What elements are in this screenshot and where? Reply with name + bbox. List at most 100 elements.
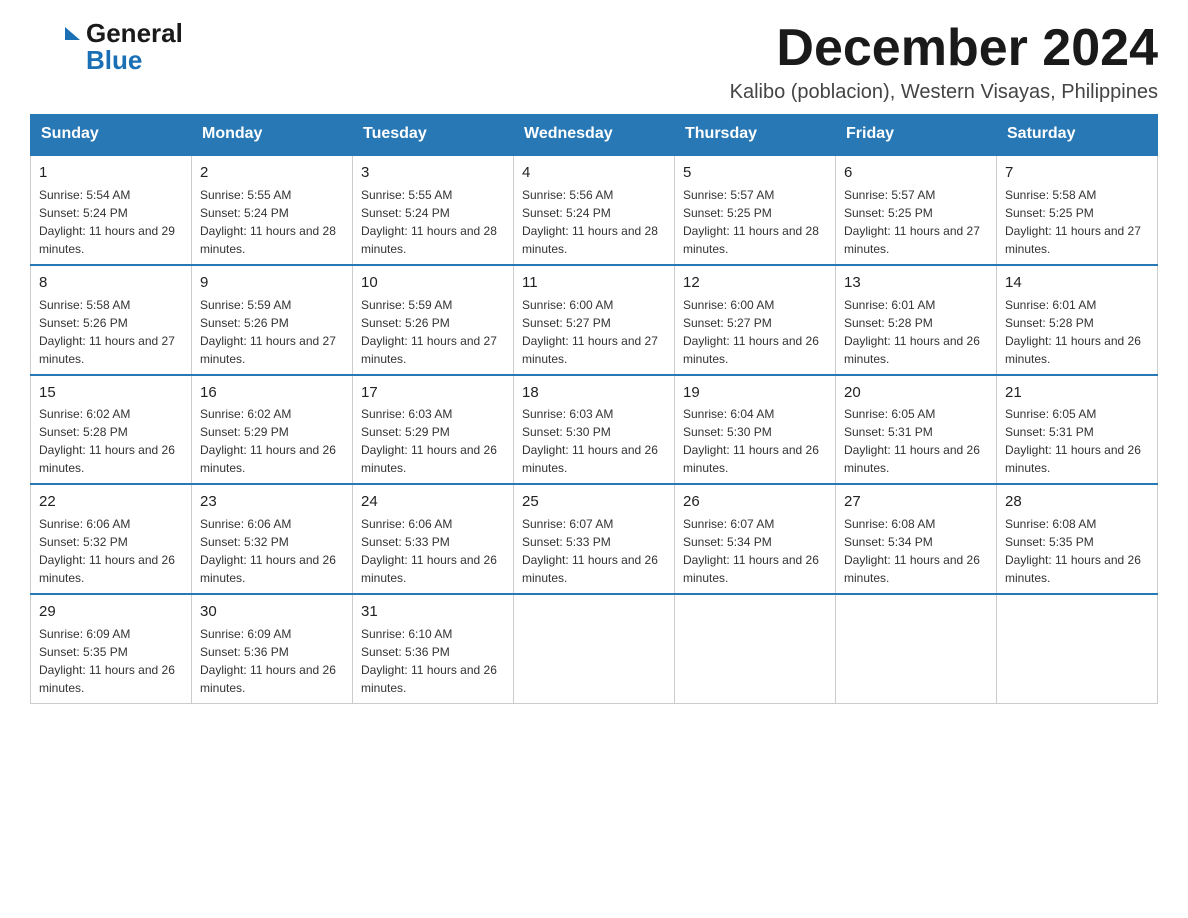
day-info: Sunrise: 6:08 AMSunset: 5:35 PMDaylight:…: [1005, 515, 1149, 587]
day-info: Sunrise: 5:56 AMSunset: 5:24 PMDaylight:…: [522, 186, 666, 258]
col-sunday: Sunday: [31, 115, 192, 155]
day-info: Sunrise: 6:00 AMSunset: 5:27 PMDaylight:…: [683, 296, 827, 368]
day-info: Sunrise: 6:04 AMSunset: 5:30 PMDaylight:…: [683, 405, 827, 477]
day-info: Sunrise: 6:07 AMSunset: 5:34 PMDaylight:…: [683, 515, 827, 587]
table-row: 21Sunrise: 6:05 AMSunset: 5:31 PMDayligh…: [997, 375, 1158, 485]
table-row: 23Sunrise: 6:06 AMSunset: 5:32 PMDayligh…: [192, 484, 353, 594]
table-row: 4Sunrise: 5:56 AMSunset: 5:24 PMDaylight…: [514, 155, 675, 265]
day-number: 21: [1005, 382, 1149, 404]
day-number: 8: [39, 272, 183, 294]
col-friday: Friday: [836, 115, 997, 155]
day-number: 14: [1005, 272, 1149, 294]
table-row: 9Sunrise: 5:59 AMSunset: 5:26 PMDaylight…: [192, 265, 353, 375]
day-info: Sunrise: 6:02 AMSunset: 5:28 PMDaylight:…: [39, 405, 183, 477]
table-row: 1Sunrise: 5:54 AMSunset: 5:24 PMDaylight…: [31, 155, 192, 265]
day-number: 17: [361, 382, 505, 404]
day-info: Sunrise: 6:01 AMSunset: 5:28 PMDaylight:…: [1005, 296, 1149, 368]
day-info: Sunrise: 6:05 AMSunset: 5:31 PMDaylight:…: [844, 405, 988, 477]
table-row: 13Sunrise: 6:01 AMSunset: 5:28 PMDayligh…: [836, 265, 997, 375]
day-number: 22: [39, 491, 183, 513]
table-row: [836, 594, 997, 703]
day-number: 12: [683, 272, 827, 294]
calendar-table: Sunday Monday Tuesday Wednesday Thursday…: [30, 114, 1158, 704]
table-row: 29Sunrise: 6:09 AMSunset: 5:35 PMDayligh…: [31, 594, 192, 703]
day-number: 26: [683, 491, 827, 513]
table-row: 2Sunrise: 5:55 AMSunset: 5:24 PMDaylight…: [192, 155, 353, 265]
day-info: Sunrise: 6:09 AMSunset: 5:35 PMDaylight:…: [39, 625, 183, 697]
table-row: 14Sunrise: 6:01 AMSunset: 5:28 PMDayligh…: [997, 265, 1158, 375]
table-row: 17Sunrise: 6:03 AMSunset: 5:29 PMDayligh…: [353, 375, 514, 485]
day-info: Sunrise: 6:06 AMSunset: 5:32 PMDaylight:…: [39, 515, 183, 587]
location-subtitle: Kalibo (poblacion), Western Visayas, Phi…: [730, 81, 1158, 104]
col-tuesday: Tuesday: [353, 115, 514, 155]
calendar-week-row: 1Sunrise: 5:54 AMSunset: 5:24 PMDaylight…: [31, 155, 1158, 265]
day-info: Sunrise: 6:06 AMSunset: 5:32 PMDaylight:…: [200, 515, 344, 587]
col-saturday: Saturday: [997, 115, 1158, 155]
table-row: 11Sunrise: 6:00 AMSunset: 5:27 PMDayligh…: [514, 265, 675, 375]
table-row: 28Sunrise: 6:08 AMSunset: 5:35 PMDayligh…: [997, 484, 1158, 594]
day-info: Sunrise: 5:58 AMSunset: 5:25 PMDaylight:…: [1005, 186, 1149, 258]
day-info: Sunrise: 5:59 AMSunset: 5:26 PMDaylight:…: [200, 296, 344, 368]
day-number: 1: [39, 162, 183, 184]
day-info: Sunrise: 6:10 AMSunset: 5:36 PMDaylight:…: [361, 625, 505, 697]
day-info: Sunrise: 6:02 AMSunset: 5:29 PMDaylight:…: [200, 405, 344, 477]
month-year-title: December 2024: [730, 20, 1158, 77]
table-row: 18Sunrise: 6:03 AMSunset: 5:30 PMDayligh…: [514, 375, 675, 485]
day-number: 9: [200, 272, 344, 294]
calendar-week-row: 22Sunrise: 6:06 AMSunset: 5:32 PMDayligh…: [31, 484, 1158, 594]
table-row: [675, 594, 836, 703]
table-row: 3Sunrise: 5:55 AMSunset: 5:24 PMDaylight…: [353, 155, 514, 265]
day-info: Sunrise: 6:09 AMSunset: 5:36 PMDaylight:…: [200, 625, 344, 697]
day-number: 27: [844, 491, 988, 513]
day-number: 7: [1005, 162, 1149, 184]
day-number: 4: [522, 162, 666, 184]
day-number: 2: [200, 162, 344, 184]
day-number: 31: [361, 601, 505, 623]
day-number: 13: [844, 272, 988, 294]
table-row: 30Sunrise: 6:09 AMSunset: 5:36 PMDayligh…: [192, 594, 353, 703]
table-row: 25Sunrise: 6:07 AMSunset: 5:33 PMDayligh…: [514, 484, 675, 594]
table-row: 10Sunrise: 5:59 AMSunset: 5:26 PMDayligh…: [353, 265, 514, 375]
day-info: Sunrise: 5:58 AMSunset: 5:26 PMDaylight:…: [39, 296, 183, 368]
day-info: Sunrise: 6:03 AMSunset: 5:30 PMDaylight:…: [522, 405, 666, 477]
table-row: 6Sunrise: 5:57 AMSunset: 5:25 PMDaylight…: [836, 155, 997, 265]
calendar-week-row: 15Sunrise: 6:02 AMSunset: 5:28 PMDayligh…: [31, 375, 1158, 485]
day-number: 18: [522, 382, 666, 404]
day-info: Sunrise: 6:03 AMSunset: 5:29 PMDaylight:…: [361, 405, 505, 477]
day-info: Sunrise: 5:59 AMSunset: 5:26 PMDaylight:…: [361, 296, 505, 368]
day-number: 6: [844, 162, 988, 184]
day-number: 15: [39, 382, 183, 404]
table-row: 24Sunrise: 6:06 AMSunset: 5:33 PMDayligh…: [353, 484, 514, 594]
table-row: 12Sunrise: 6:00 AMSunset: 5:27 PMDayligh…: [675, 265, 836, 375]
logo-words: General Blue: [86, 20, 183, 75]
day-number: 25: [522, 491, 666, 513]
calendar-week-row: 8Sunrise: 5:58 AMSunset: 5:26 PMDaylight…: [31, 265, 1158, 375]
table-row: 8Sunrise: 5:58 AMSunset: 5:26 PMDaylight…: [31, 265, 192, 375]
logo-icon: [30, 22, 80, 72]
logo: General Blue: [30, 20, 183, 75]
logo-blue-text: Blue: [86, 47, 183, 74]
day-number: 23: [200, 491, 344, 513]
day-info: Sunrise: 5:57 AMSunset: 5:25 PMDaylight:…: [844, 186, 988, 258]
calendar-body: 1Sunrise: 5:54 AMSunset: 5:24 PMDaylight…: [31, 155, 1158, 704]
col-thursday: Thursday: [675, 115, 836, 155]
day-number: 16: [200, 382, 344, 404]
day-info: Sunrise: 6:08 AMSunset: 5:34 PMDaylight:…: [844, 515, 988, 587]
day-number: 5: [683, 162, 827, 184]
day-number: 10: [361, 272, 505, 294]
day-number: 3: [361, 162, 505, 184]
table-row: 5Sunrise: 5:57 AMSunset: 5:25 PMDaylight…: [675, 155, 836, 265]
title-area: December 2024 Kalibo (poblacion), Wester…: [730, 20, 1158, 104]
day-number: 11: [522, 272, 666, 294]
day-number: 24: [361, 491, 505, 513]
table-row: 19Sunrise: 6:04 AMSunset: 5:30 PMDayligh…: [675, 375, 836, 485]
calendar-header-row: Sunday Monday Tuesday Wednesday Thursday…: [31, 115, 1158, 155]
table-row: 27Sunrise: 6:08 AMSunset: 5:34 PMDayligh…: [836, 484, 997, 594]
table-row: 20Sunrise: 6:05 AMSunset: 5:31 PMDayligh…: [836, 375, 997, 485]
calendar-week-row: 29Sunrise: 6:09 AMSunset: 5:35 PMDayligh…: [31, 594, 1158, 703]
page-header: General Blue December 2024 Kalibo (pobla…: [30, 20, 1158, 104]
day-info: Sunrise: 5:57 AMSunset: 5:25 PMDaylight:…: [683, 186, 827, 258]
day-number: 29: [39, 601, 183, 623]
col-monday: Monday: [192, 115, 353, 155]
day-number: 30: [200, 601, 344, 623]
